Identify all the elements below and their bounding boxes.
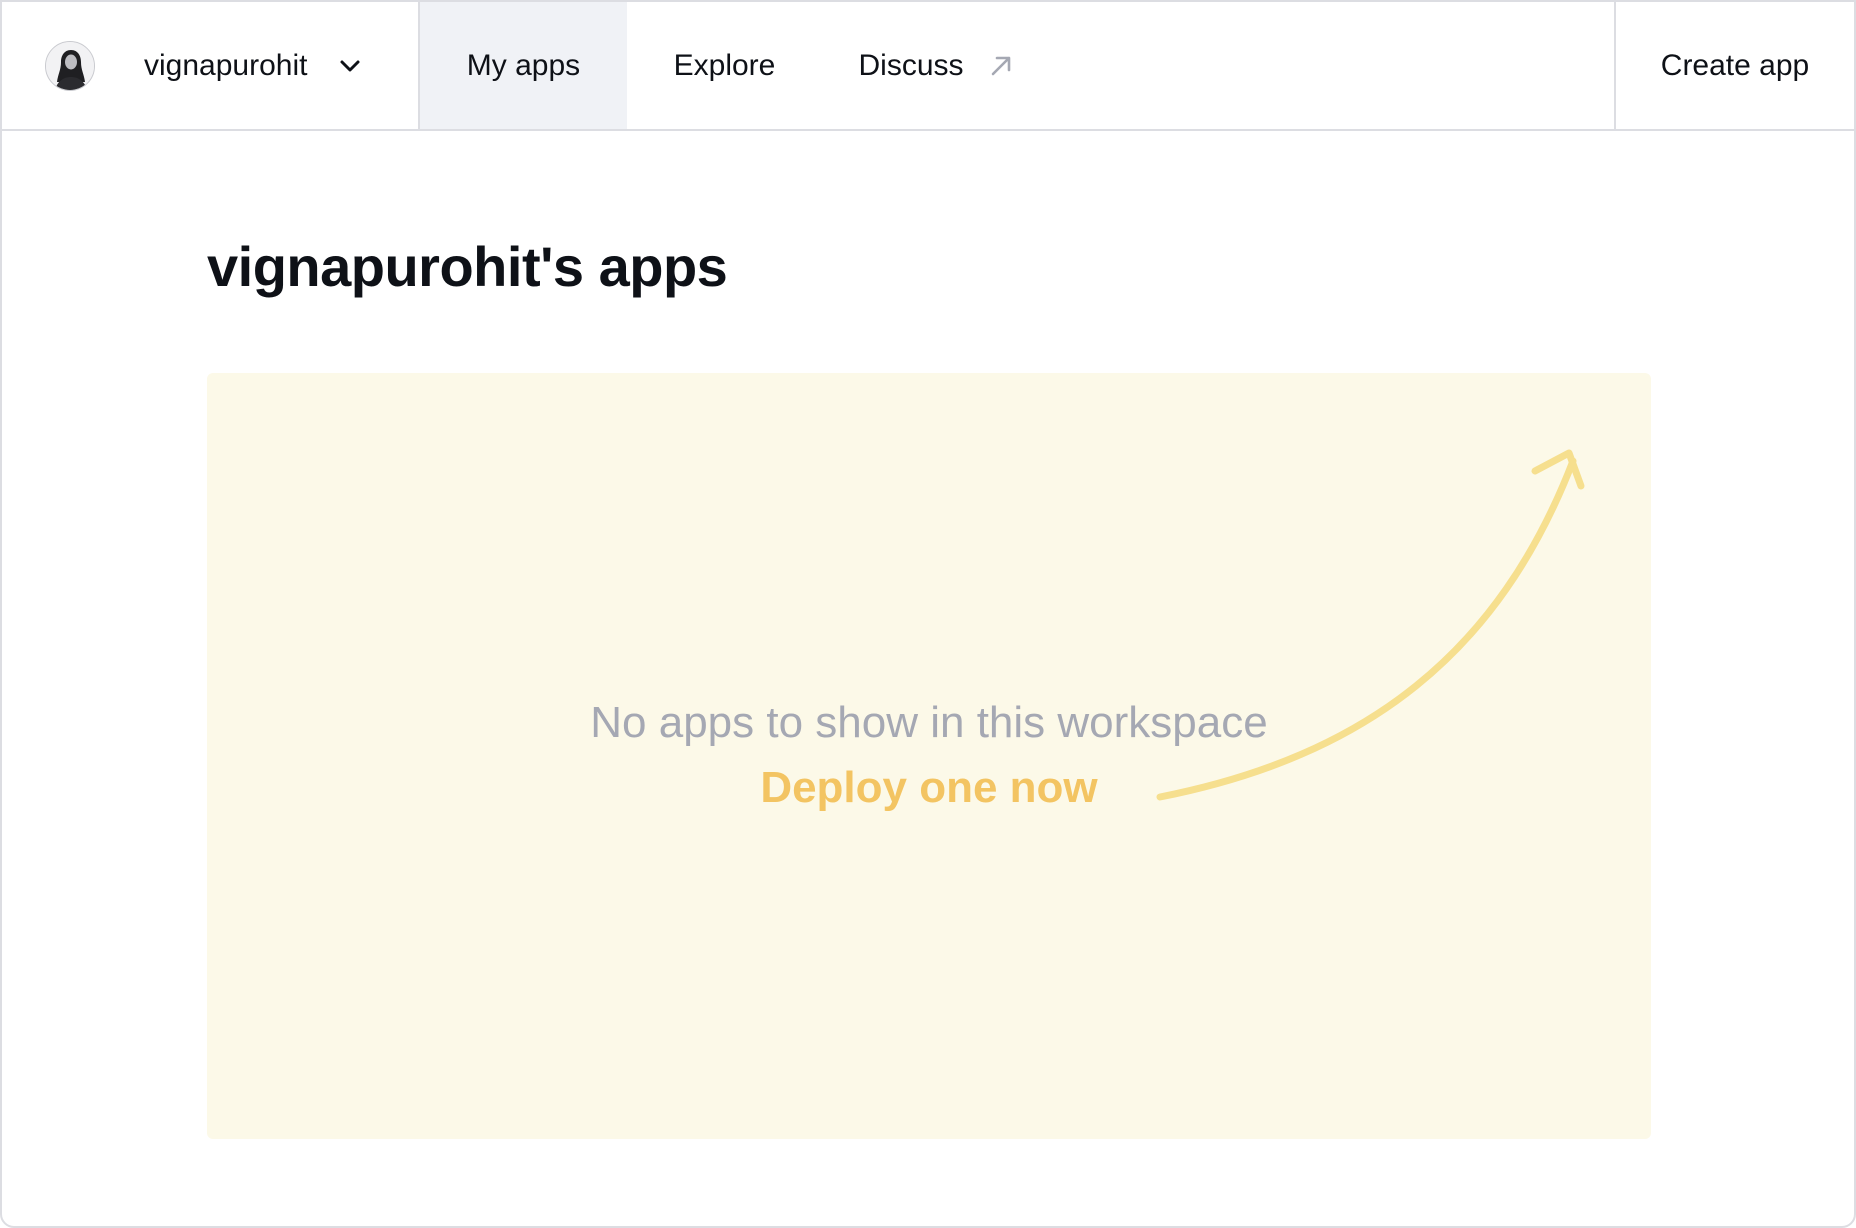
empty-state-panel: No apps to show in this workspace Deploy… [207, 373, 1651, 1139]
create-app-label: Create app [1660, 48, 1810, 82]
top-navigation-bar: vignapurohit My apps Explore Discuss Cre… [2, 2, 1854, 131]
tab-my-apps[interactable]: My apps [420, 2, 627, 129]
external-link-arrow-icon [991, 56, 1010, 75]
workspace-switcher[interactable]: vignapurohit [2, 2, 420, 129]
page-title: vignapurohit's apps [207, 235, 728, 298]
workspace-name: vignapurohit [144, 48, 308, 82]
tab-my-apps-label: My apps [466, 48, 581, 82]
tab-discuss[interactable]: Discuss [822, 2, 1046, 129]
tab-explore[interactable]: Explore [627, 2, 822, 129]
tab-discuss-label: Discuss [858, 48, 964, 82]
header-spacer [1046, 2, 1614, 129]
tab-explore-label: Explore [673, 48, 776, 82]
app-window: vignapurohit My apps Explore Discuss Cre… [0, 0, 1856, 1228]
create-app-button[interactable]: Create app [1614, 2, 1854, 129]
curved-arrow-icon [1156, 449, 1585, 801]
chevron-down-icon [340, 60, 360, 71]
avatar [45, 40, 95, 91]
